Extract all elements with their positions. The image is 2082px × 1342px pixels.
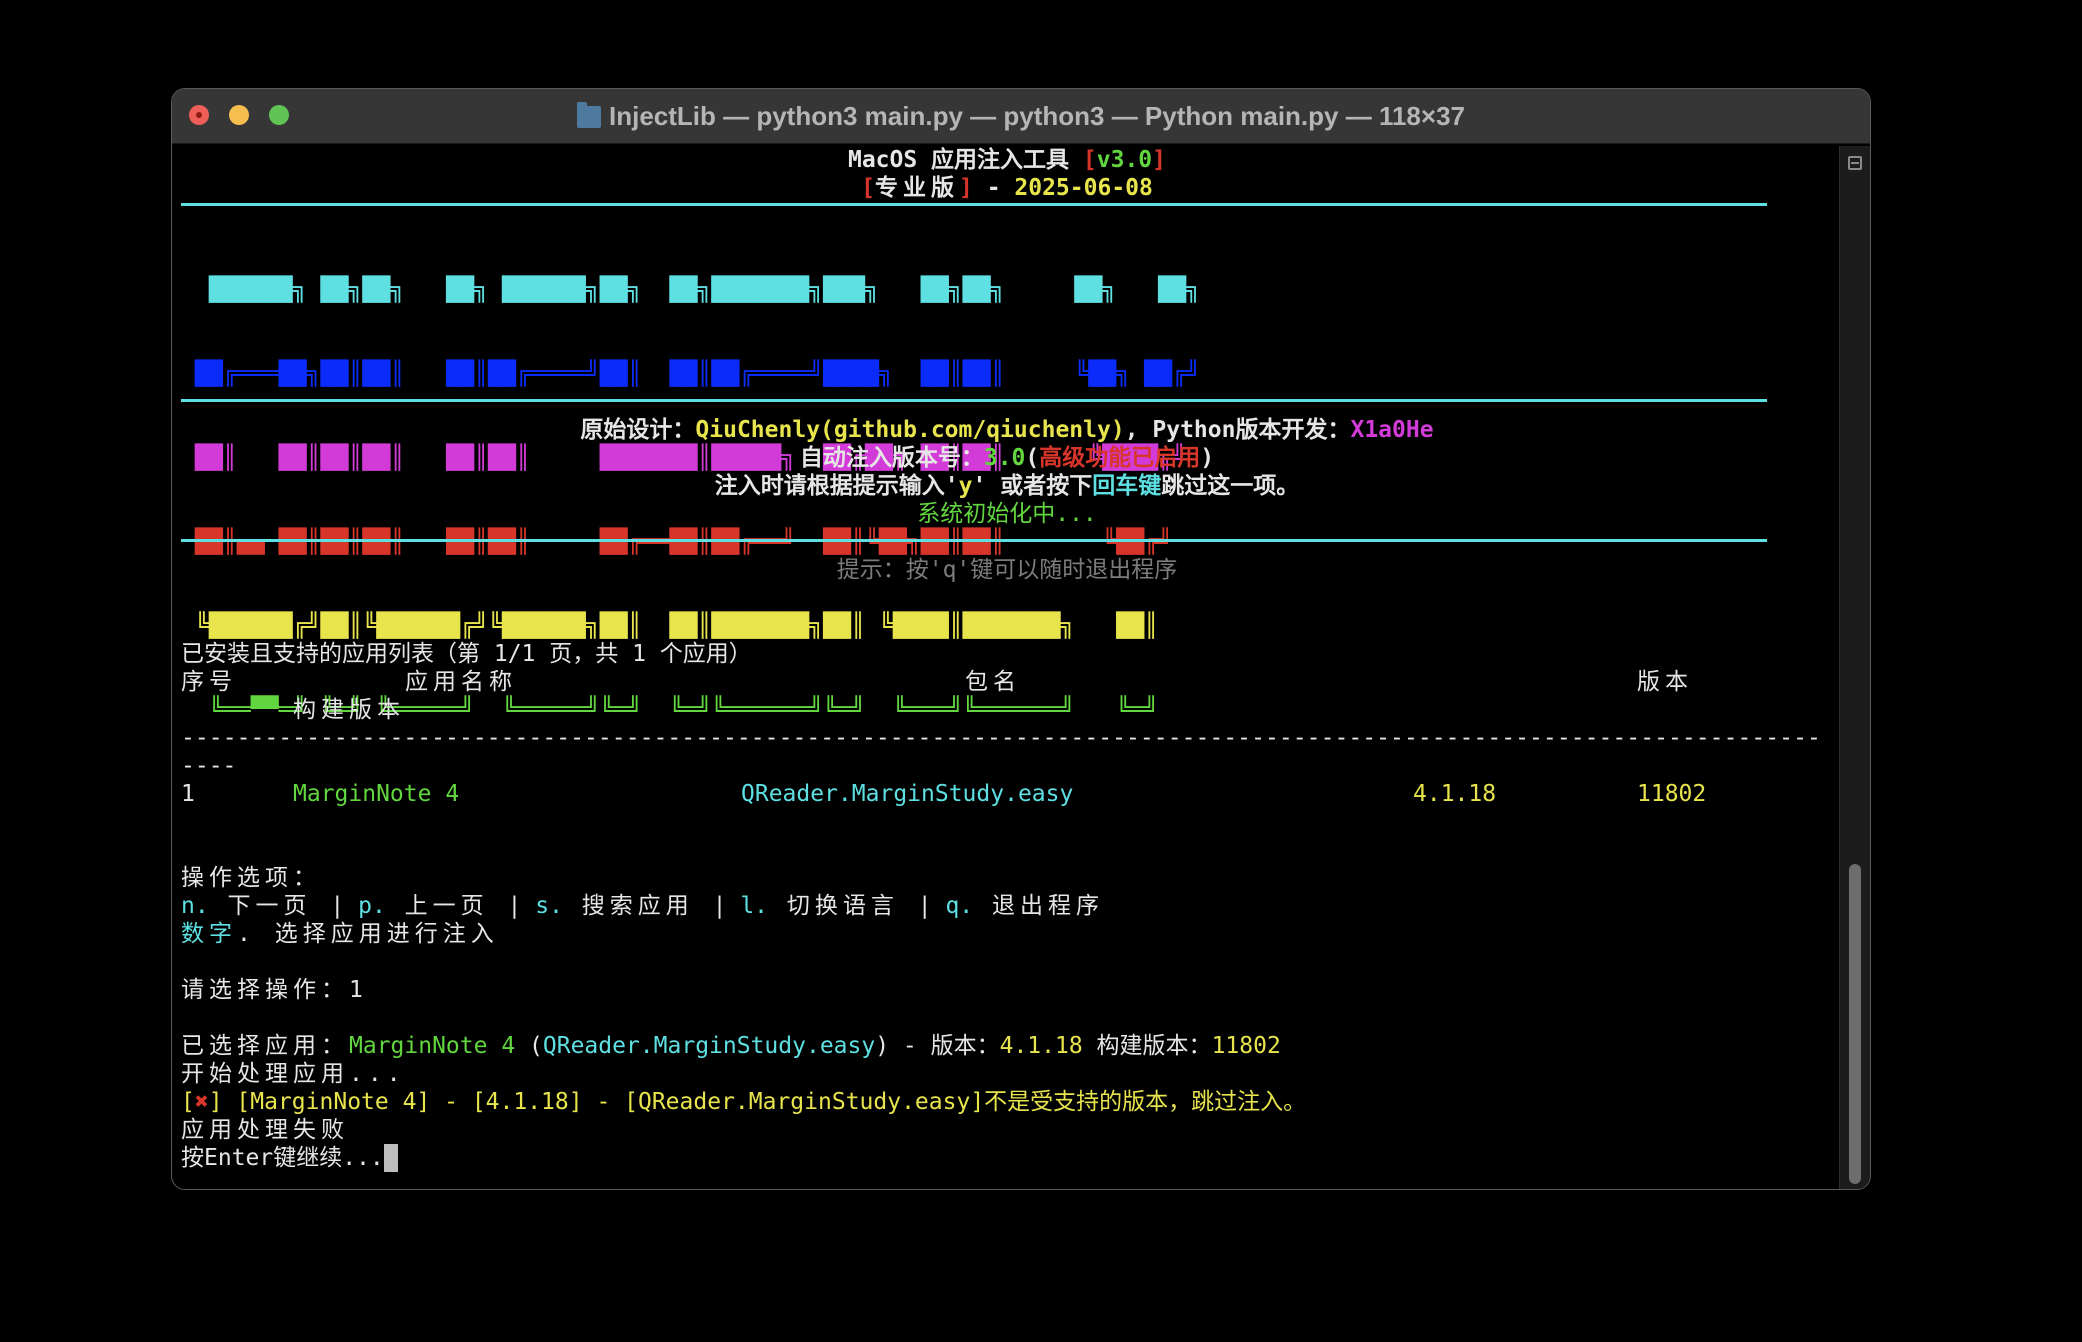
option-number: 数字. 选择应用进行注入 xyxy=(181,921,499,947)
row-bundle: QReader.MarginStudy.easy xyxy=(741,781,1074,807)
option-quit-key: q. xyxy=(945,893,974,919)
scrollbar-thumb[interactable] xyxy=(1849,864,1861,1184)
header-version: 版本 xyxy=(1637,669,1693,695)
terminal-window: InjectLib — python3 main.py — python3 — … xyxy=(171,88,1871,1190)
folder-icon xyxy=(577,102,601,128)
header-name: 应用名称 xyxy=(405,669,517,695)
table-separator-wrap: ---- xyxy=(181,753,237,779)
selected-app-line: 已选择应用：MarginNote 4 (QReader.MarginStudy.… xyxy=(181,1033,1281,1059)
table-separator: ----------------------------------------… xyxy=(181,725,1821,751)
version-label: v3.0 xyxy=(1096,147,1153,173)
options-menu: n. 下一页 | p. 上一页 | s. 搜索应用 | l. 切换语言 | q.… xyxy=(181,893,1104,919)
continue-prompt[interactable]: 按Enter键继续... xyxy=(181,1144,398,1172)
terminal-content[interactable]: MacOS 应用注入工具 [v3.0] [专业版] - 2025-06-08 █… xyxy=(181,146,1841,1189)
error-line: [✖] [MarginNote 4] - [4.1.18] - [QReader… xyxy=(181,1089,1307,1115)
init-status: 系统初始化中... xyxy=(917,501,1097,527)
auto-version-line: 自动注入版本号：3.0(高级功能已启用) xyxy=(799,445,1215,471)
divider xyxy=(181,399,1767,402)
option-search-key: s. xyxy=(535,893,563,919)
error-x-icon: ✖ xyxy=(194,1089,209,1115)
option-language-key: l. xyxy=(740,893,769,919)
header-index: 序号 xyxy=(181,669,237,695)
options-title: 操作选项： xyxy=(181,865,321,891)
quit-hint: 提示：按'q'键可以随时退出程序 xyxy=(836,557,1178,583)
divider xyxy=(181,539,1767,542)
divider xyxy=(181,203,1767,206)
release-date: 2025-06-08 xyxy=(1014,175,1153,201)
option-prev-key: p. xyxy=(358,893,386,919)
row-version: 4.1.18 xyxy=(1413,781,1497,807)
header-build: 构建版本 xyxy=(293,697,405,723)
title-bar: InjectLib — python3 main.py — python3 — … xyxy=(172,89,1870,144)
row-build: 11802 xyxy=(1637,781,1707,807)
processing-line: 开始处理应用... xyxy=(181,1061,406,1087)
split-pane-icon[interactable] xyxy=(1848,156,1862,170)
scrollbar[interactable] xyxy=(1839,146,1870,1189)
prompt-line: 请选择操作：1 xyxy=(181,977,363,1003)
option-next-key: n. xyxy=(181,893,209,919)
header-title: MacOS 应用注入工具 [v3.0] xyxy=(847,147,1167,173)
header-edition: [专业版] - 2025-06-08 xyxy=(861,175,1153,201)
text-cursor xyxy=(383,1144,398,1172)
row-name: MarginNote 4 xyxy=(293,781,460,807)
prompt-value: 1 xyxy=(349,977,363,1003)
list-title: 已安装且支持的应用列表（第 1/1 页，共 1 个应用） xyxy=(181,641,752,667)
credits-line: 原始设计：QiuChenly(github.com/qiuchenly), Py… xyxy=(580,417,1434,443)
header-bundle: 包名 xyxy=(965,669,1021,695)
failed-line: 应用处理失败 xyxy=(181,1117,349,1143)
row-index: 1 xyxy=(181,781,195,807)
window-title-text: InjectLib — python3 main.py — python3 — … xyxy=(609,101,1465,131)
window-title: InjectLib — python3 main.py — python3 — … xyxy=(172,89,1870,143)
inject-hint-line: 注入时请根据提示输入'y' 或者按下回车键跳过这一项。 xyxy=(714,473,1300,499)
